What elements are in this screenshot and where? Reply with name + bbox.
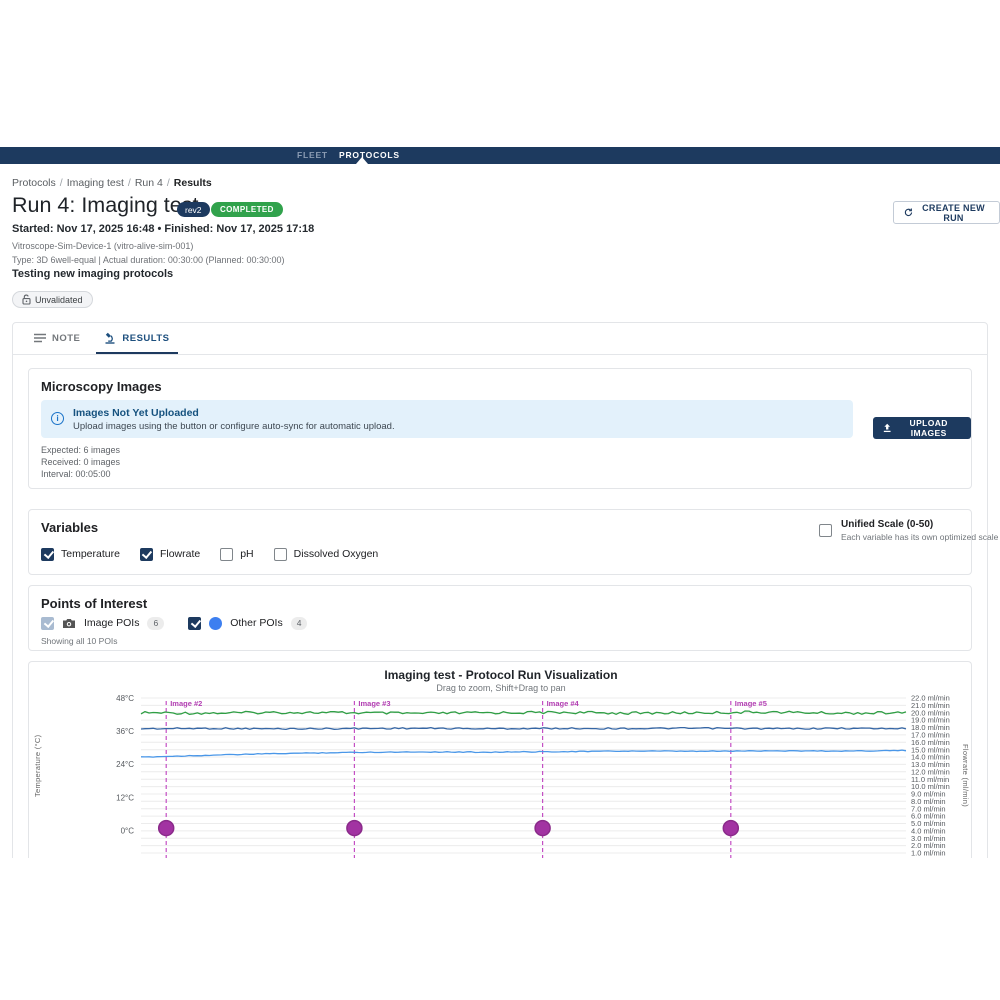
note-icon <box>34 333 46 343</box>
chart-title: Imaging test - Protocol Run Visualizatio… <box>29 668 973 682</box>
unlock-icon <box>22 294 31 305</box>
breadcrumb-protocols[interactable]: Protocols <box>12 177 56 189</box>
points-of-interest-section: Points of Interest Image POIs 6 Other PO… <box>28 585 972 651</box>
top-nav-bar: FLEET PROTOCOLS <box>0 147 1000 164</box>
tab-results-label: RESULTS <box>122 333 169 344</box>
image-poi-label: Image #4 <box>547 699 580 708</box>
unified-scale-label: Unified Scale (0-50) <box>841 519 1000 530</box>
revision-badge: rev2 <box>177 202 210 217</box>
breadcrumb: Protocols / Imaging test / Run 4 / Results <box>12 177 212 189</box>
active-tab-notch <box>356 157 368 164</box>
left-axis-tick: 0°C <box>121 826 135 835</box>
image-poi-label: Image #2 <box>170 699 202 708</box>
variable-option-dissolved-oxygen[interactable]: Dissolved Oxygen <box>274 548 379 561</box>
info-alert: Images Not Yet Uploaded Upload images us… <box>41 400 853 438</box>
variables-section: Variables Temperature Flowrate pH Dissolved… <box>28 509 972 575</box>
poi-filter-row: Image POIs 6 Other POIs 4 <box>41 615 307 631</box>
unified-scale-subtext: Each variable has its own optimized scal… <box>841 532 1000 542</box>
image-pois-count-badge: 6 <box>147 617 164 630</box>
right-axis-tick: 1.0 ml/min <box>911 849 946 858</box>
alert-title: Images Not Yet Uploaded <box>73 407 199 419</box>
upload-icon <box>883 423 891 433</box>
refresh-icon <box>904 207 913 218</box>
chart-section: Imaging test - Protocol Run Visualizatio… <box>28 661 972 858</box>
other-pois-label: Other POIs <box>230 617 283 629</box>
page-title: Run 4: Imaging test <box>12 193 198 218</box>
left-axis-tick: 24°C <box>116 760 134 769</box>
variables-section-title: Variables <box>41 520 98 535</box>
unified-scale-checkbox[interactable] <box>819 524 832 537</box>
image-poi-label: Image #3 <box>358 699 390 708</box>
variable-checkbox-temperature[interactable] <box>41 548 54 561</box>
received-images: Received: 0 images <box>41 457 120 467</box>
device-info: Vitroscope-Sim-Device-1 (vitro-alive-sim… <box>12 241 193 251</box>
chart-plot[interactable]: 22.0 ml/min21.0 ml/min20.0 ml/min19.0 ml… <box>29 693 973 859</box>
microscopy-images-section: Microscopy Images Images Not Yet Uploade… <box>28 368 972 489</box>
variables-checkbox-row: Temperature Flowrate pH Dissolved Oxygen <box>41 546 378 562</box>
series-line-2 <box>141 750 906 757</box>
variable-checkbox-flowrate[interactable] <box>140 548 153 561</box>
validation-chip: Unvalidated <box>12 291 93 308</box>
tab-results[interactable]: RESULTS <box>92 322 181 354</box>
variable-label-ph: pH <box>240 548 253 560</box>
other-poi-point[interactable] <box>347 821 362 836</box>
viewport-cutoff <box>0 858 1000 1000</box>
info-icon <box>51 412 64 425</box>
other-poi-point[interactable] <box>159 821 174 836</box>
variable-label-dissolved-oxygen: Dissolved Oxygen <box>294 548 379 560</box>
microscope-icon <box>104 332 116 344</box>
variable-label-temperature: Temperature <box>61 548 120 560</box>
breadcrumb-imaging-test[interactable]: Imaging test <box>67 177 124 189</box>
other-poi-point[interactable] <box>723 821 738 836</box>
validation-chip-label: Unvalidated <box>35 295 83 305</box>
other-pois-checkbox[interactable] <box>188 617 201 630</box>
create-new-run-button[interactable]: CREATE NEW RUN <box>893 201 1000 224</box>
variable-label-flowrate: Flowrate <box>160 548 200 560</box>
other-poi-point[interactable] <box>535 821 550 836</box>
started-finished-text: Started: Nov 17, 2025 16:48 • Finished: … <box>12 223 314 235</box>
variable-option-ph[interactable]: pH <box>220 548 253 561</box>
poi-showing-text: Showing all 10 POIs <box>41 636 118 646</box>
tabs-row: NOTE RESULTS <box>12 322 988 355</box>
variable-checkbox-ph[interactable] <box>220 548 233 561</box>
run-description: Testing new imaging protocols <box>12 268 173 280</box>
image-pois-checkbox[interactable] <box>41 617 54 630</box>
microscopy-section-title: Microscopy Images <box>41 379 162 394</box>
tab-note[interactable]: NOTE <box>22 322 92 354</box>
nav-tab-protocols[interactable]: PROTOCOLS <box>339 147 400 164</box>
variable-option-temperature[interactable]: Temperature <box>41 548 120 561</box>
chart-subtitle: Drag to zoom, Shift+Drag to pan <box>29 683 973 693</box>
left-axis-tick: 48°C <box>116 694 134 703</box>
image-poi-label: Image #5 <box>735 699 767 708</box>
nav-tab-fleet[interactable]: FLEET <box>297 147 328 164</box>
upload-images-button[interactable]: UPLOAD IMAGES <box>873 417 971 439</box>
breadcrumb-separator: / <box>60 177 63 189</box>
create-new-run-label: CREATE NEW RUN <box>918 203 989 223</box>
breadcrumb-separator: / <box>128 177 131 189</box>
left-axis-tick: 36°C <box>116 727 134 736</box>
image-interval: Interval: 00:05:00 <box>41 469 111 479</box>
other-pois-count-badge: 4 <box>291 617 308 630</box>
left-axis-tick: 12°C <box>116 793 134 802</box>
breadcrumb-results: Results <box>174 177 212 189</box>
poi-section-title: Points of Interest <box>41 596 147 611</box>
breadcrumb-separator: / <box>167 177 170 189</box>
tab-note-label: NOTE <box>52 333 80 344</box>
upload-images-label: UPLOAD IMAGES <box>896 418 961 438</box>
expected-images: Expected: 6 images <box>41 445 120 455</box>
breadcrumb-run-4[interactable]: Run 4 <box>135 177 163 189</box>
blue-dot-icon <box>209 617 222 630</box>
status-badge: COMPLETED <box>211 202 283 217</box>
variable-option-flowrate[interactable]: Flowrate <box>140 548 200 561</box>
variable-checkbox-dissolved-oxygen[interactable] <box>274 548 287 561</box>
image-pois-label: Image POIs <box>84 617 139 629</box>
type-duration-info: Type: 3D 6well-equal | Actual duration: … <box>12 255 285 265</box>
camera-icon <box>62 618 76 629</box>
alert-text: Upload images using the button or config… <box>73 421 395 432</box>
